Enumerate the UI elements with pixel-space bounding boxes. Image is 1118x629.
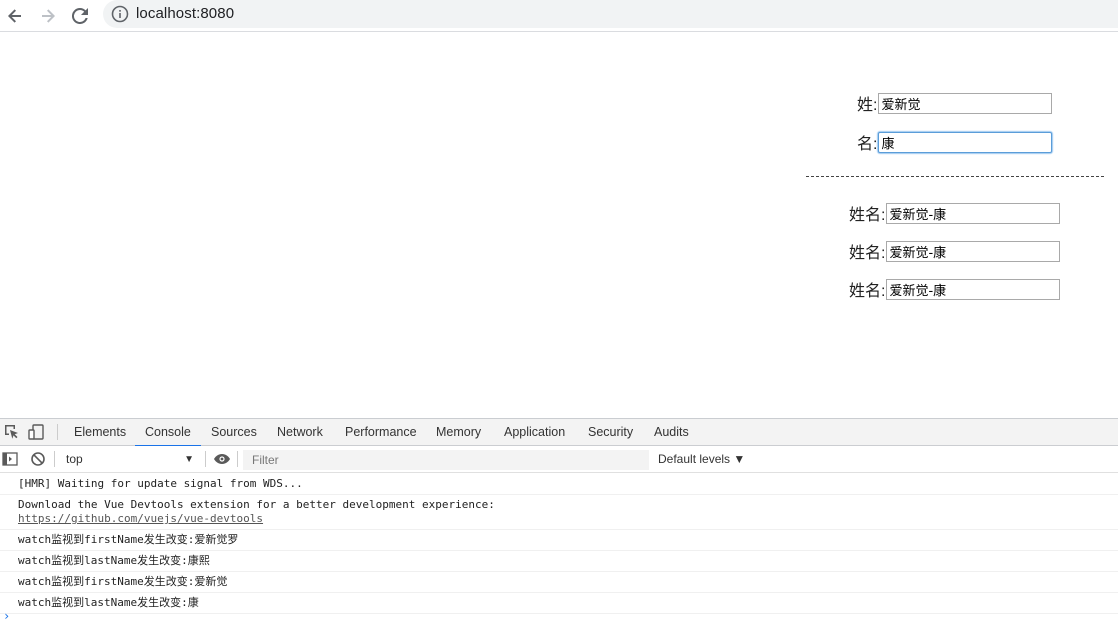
console-prompt[interactable]: › [3,609,10,623]
console-message: watch监视到firstName发生改变:爱新觉 [0,572,1118,593]
address-bar[interactable]: localhost:8080 [103,0,1118,28]
toolbar-separator [54,451,55,467]
toolbar-separator [57,424,58,440]
devtools-tab-bar: Elements Console Sources Network Perform… [0,419,1118,447]
back-button[interactable] [2,3,28,29]
tab-console[interactable]: Console [135,419,201,447]
console-filter-input[interactable]: Filter [243,450,649,470]
full-name-input[interactable] [886,202,1061,224]
tab-security[interactable]: Security [588,419,633,446]
url-text: localhost:8080 [136,5,235,22]
console-output: [HMR] Waiting for update signal from WDS… [0,474,1118,629]
full-name-row: 姓名: [849,278,1061,300]
tab-audits[interactable]: Audits [654,419,689,446]
arrow-right-icon [42,9,55,23]
tab-sources[interactable]: Sources [211,419,257,446]
tab-network[interactable]: Network [277,419,323,446]
full-name-row: 姓名: [849,202,1061,224]
first-name-input[interactable] [878,131,1053,153]
full-name-input[interactable] [886,240,1061,262]
last-name-input[interactable] [878,92,1053,114]
tab-elements[interactable]: Elements [74,419,126,446]
last-name-row: 姓: [857,92,1053,114]
reload-button[interactable] [67,3,93,29]
divider-line [806,176,1104,177]
context-selector[interactable]: top ▼ [60,450,200,469]
devtools-panel: Elements Console Sources Network Perform… [0,418,1118,628]
console-message-text: Download the Vue Devtools extension for … [18,498,495,511]
console-message: watch监视到lastName发生改变:康熙 [0,551,1118,572]
full-name-input[interactable] [886,278,1061,300]
full-name-label: 姓名: [849,207,886,224]
console-link[interactable]: https://github.com/vuejs/vue-devtools [18,512,263,525]
toolbar-separator [237,451,238,467]
console-filter-bar: top ▼ Filter Default levels ▼ [0,446,1118,473]
clear-console-icon[interactable] [30,451,46,467]
full-name-row: 姓名: [849,240,1061,262]
reload-icon [72,8,88,24]
tab-memory[interactable]: Memory [436,419,481,446]
toolbar-separator [205,451,206,467]
last-name-label: 姓: [857,97,878,114]
filter-placeholder: Filter [252,453,279,467]
inspect-element-icon[interactable] [4,424,20,440]
console-message: [HMR] Waiting for update signal from WDS… [0,474,1118,495]
context-selector-value: top [66,452,83,466]
full-name-label: 姓名: [849,283,886,300]
browser-toolbar: localhost:8080 [0,0,1118,32]
eye-icon[interactable] [213,452,231,466]
arrow-left-icon [8,9,21,23]
chevron-down-icon: ▼ [184,454,194,465]
console-sidebar-icon[interactable] [2,451,18,467]
log-levels-dropdown[interactable]: Default levels ▼ [658,450,745,469]
console-message: watch监视到lastName发生改变:康 [0,593,1118,614]
forward-button[interactable] [35,3,61,29]
tab-application[interactable]: Application [504,419,565,446]
first-name-label: 名: [857,136,878,153]
info-icon[interactable] [111,5,129,23]
device-toolbar-icon[interactable] [28,424,46,440]
tab-performance[interactable]: Performance [345,419,417,446]
console-message: watch监视到firstName发生改变:爱新觉罗 [0,530,1118,551]
first-name-row: 名: [857,131,1053,153]
page-content: 姓: 名: 姓名: 姓名: 姓名: [0,32,1118,418]
full-name-label: 姓名: [849,245,886,262]
console-message: Download the Vue Devtools extension for … [0,495,1118,530]
